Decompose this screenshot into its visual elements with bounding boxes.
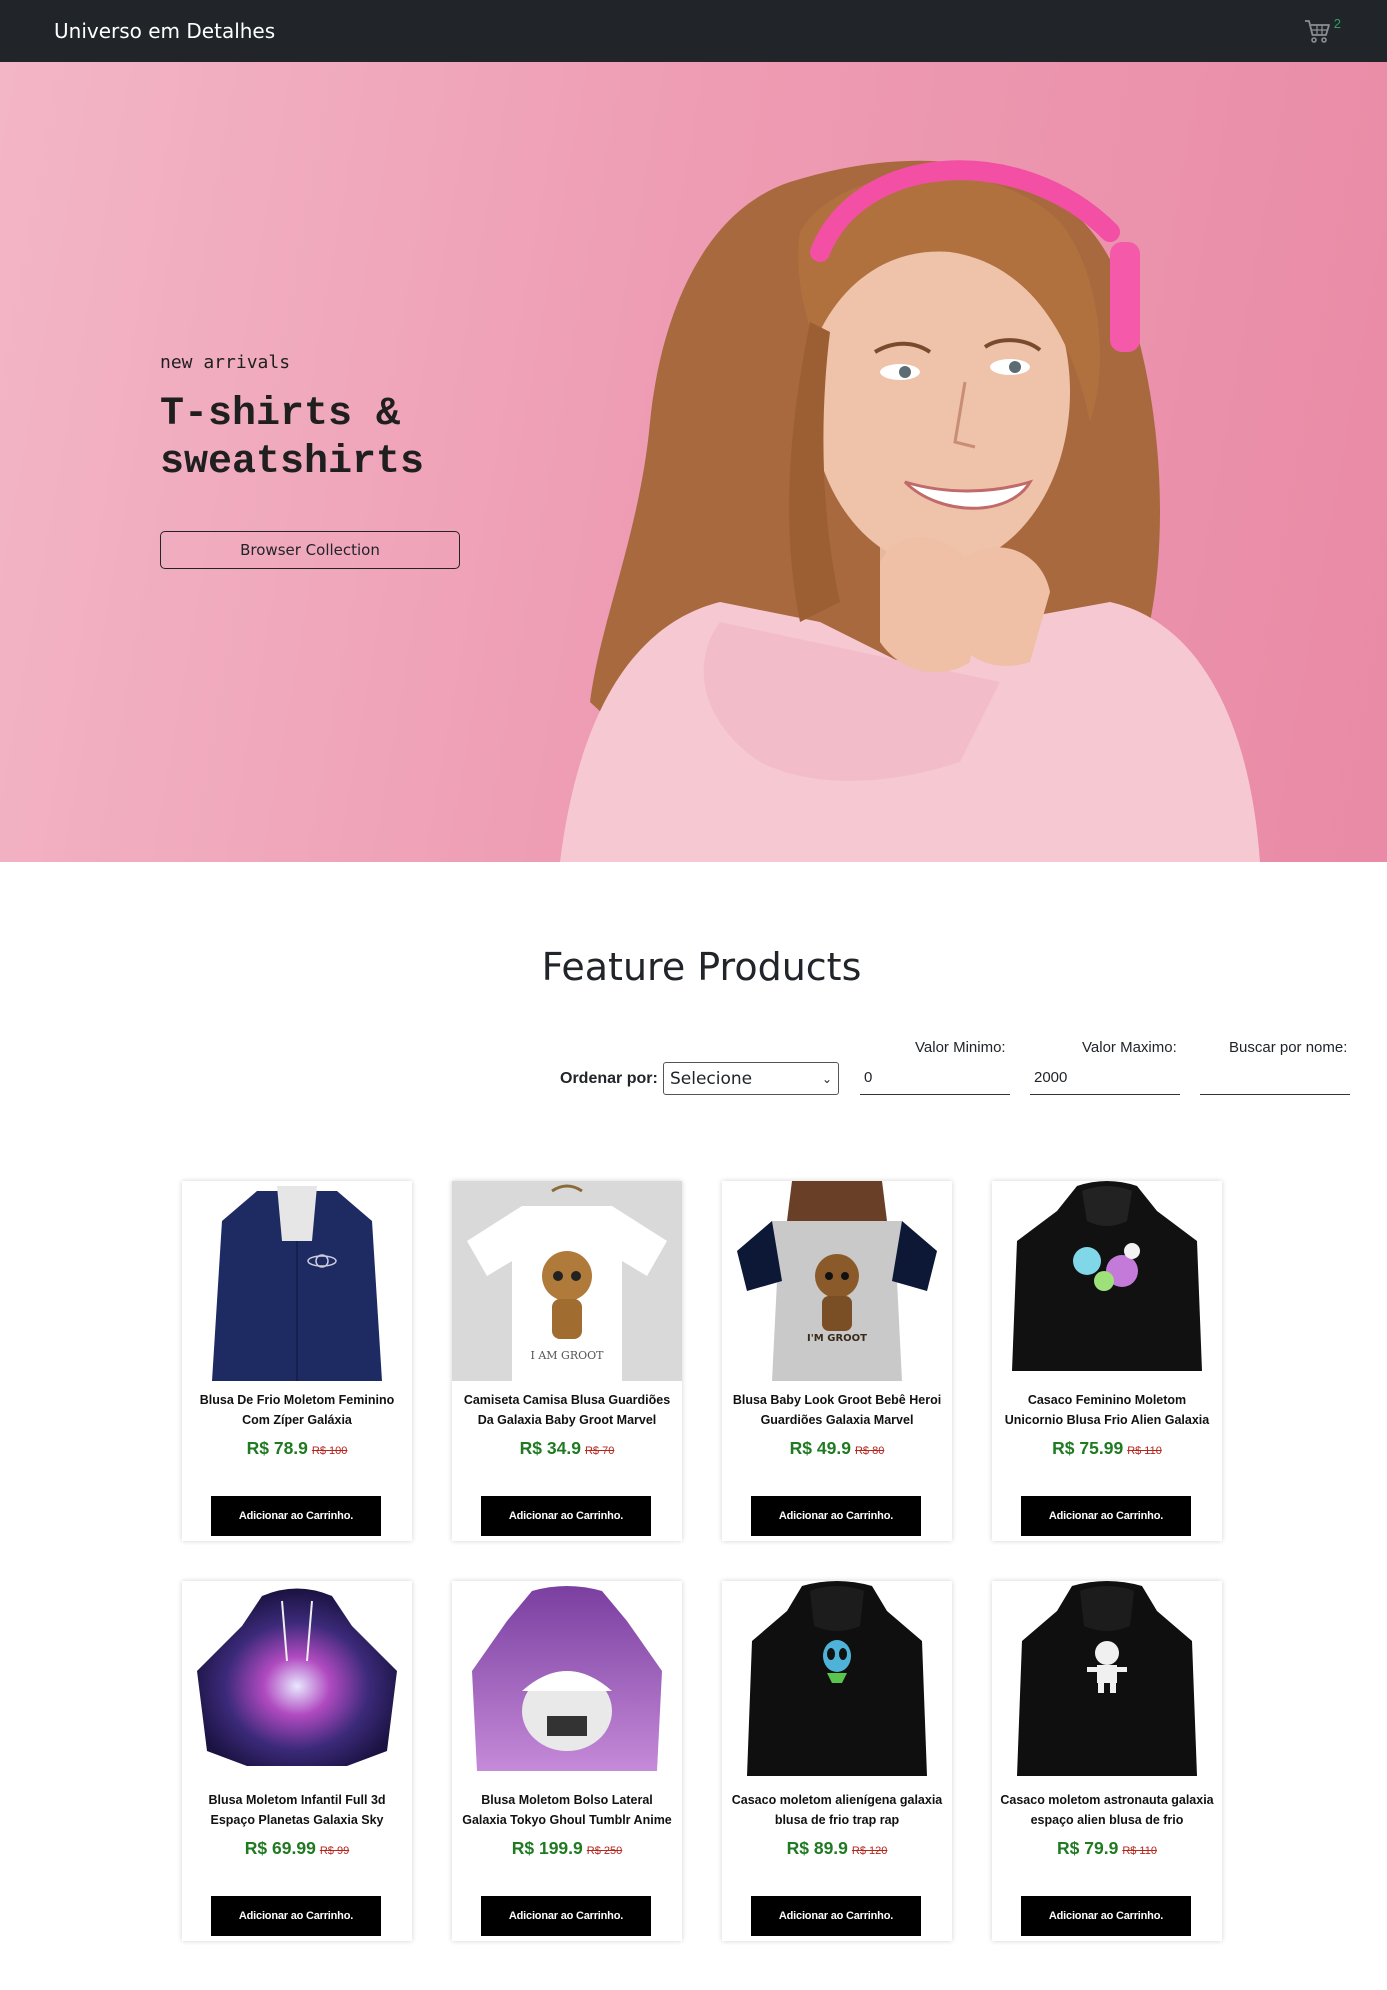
brand-logo[interactable]: Universo em Detalhes <box>54 19 275 43</box>
product-price-current: R$ 34.9 <box>519 1438 581 1458</box>
product-card: Blusa De Frio Moletom Feminino Com Zíper… <box>182 1181 412 1541</box>
add-to-cart-button[interactable]: Adicionar ao Carrinho. <box>751 1896 921 1936</box>
product-image-unicorn-hoodie <box>992 1181 1222 1381</box>
product-name: Casaco moletom astronauta galaxia espaço… <box>1000 1793 1214 1827</box>
product-image-tokyo-ghoul-hoodie <box>452 1581 682 1781</box>
svg-text:I'M GROOT: I'M GROOT <box>807 1333 867 1344</box>
max-value-label: Valor Maximo: <box>1082 1039 1177 1056</box>
product-price-current: R$ 78.9 <box>246 1438 308 1458</box>
product-image-galaxy-hoodie <box>182 1581 412 1781</box>
search-name-input[interactable] <box>1200 1069 1350 1095</box>
min-value-input[interactable]: 0 <box>860 1069 1010 1095</box>
browse-collection-button[interactable]: Browser Collection <box>160 531 460 569</box>
shopping-cart-icon <box>1304 20 1330 43</box>
product-price-old: R$ 70 <box>584 1445 615 1457</box>
product-name: Blusa De Frio Moletom Feminino Com Zíper… <box>199 1393 395 1427</box>
product-card: Blusa Moletom Bolso Lateral Galaxia Toky… <box>452 1581 682 1941</box>
navbar: Universo em Detalhes 2 <box>0 0 1387 62</box>
product-card: Blusa Moletom Infantil Full 3d Espaço Pl… <box>182 1581 412 1941</box>
product-card: Casaco Feminino Moletom Unicornio Blusa … <box>992 1181 1222 1541</box>
add-to-cart-button[interactable]: Adicionar ao Carrinho. <box>751 1496 921 1536</box>
add-to-cart-button[interactable]: Adicionar ao Carrinho. <box>211 1496 381 1536</box>
product-name: Camiseta Camisa Blusa Guardiões Da Galax… <box>463 1393 671 1427</box>
order-by-select[interactable]: Selecione ⌄ <box>663 1062 839 1095</box>
product-card: I AM GROOT Camiseta Camisa Blusa Guardiõ… <box>452 1181 682 1541</box>
feature-products-heading: Feature Products <box>541 945 862 989</box>
product-price-current: R$ 75.99 <box>1052 1438 1124 1458</box>
product-price-current: R$ 199.9 <box>511 1838 583 1858</box>
product-price-old: R$ 110 <box>1122 1845 1157 1857</box>
product-price-old: R$ 120 <box>851 1845 888 1857</box>
add-to-cart-button[interactable]: Adicionar ao Carrinho. <box>1021 1496 1191 1536</box>
product-price-current: R$ 69.99 <box>244 1838 316 1858</box>
product-price-old: R$ 250 <box>586 1845 623 1857</box>
search-name-label: Buscar por nome: <box>1229 1039 1348 1056</box>
min-value-label: Valor Minimo: <box>915 1039 1006 1056</box>
product-card: Casaco moletom astronauta galaxia espaço… <box>992 1581 1222 1941</box>
hero-title: T-shirts & sweatshirts <box>160 392 425 485</box>
cart-button[interactable]: 2 <box>1304 16 1341 44</box>
product-price-old: R$ 100 <box>311 1445 348 1457</box>
product-price: R$ 79.9 R$ 110 <box>992 1838 1222 1859</box>
order-by-selected: Selecione <box>670 1068 753 1089</box>
add-to-cart-button[interactable]: Adicionar ao Carrinho. <box>1021 1896 1191 1936</box>
product-price: R$ 49.9 R$ 80 <box>722 1438 952 1459</box>
order-by-label: Ordenar por: <box>560 1070 658 1087</box>
hero-banner: new arrivals T-shirts & sweatshirts Brow… <box>0 62 1387 862</box>
product-name: Blusa Moletom Bolso Lateral Galaxia Toky… <box>462 1793 672 1827</box>
add-to-cart-button[interactable]: Adicionar ao Carrinho. <box>481 1896 651 1936</box>
product-name: Blusa Baby Look Groot Bebê Heroi Guardiõ… <box>732 1393 942 1427</box>
product-card: I'M GROOT Blusa Baby Look Groot Bebê Her… <box>722 1181 952 1541</box>
product-image-groot-babylook: I'M GROOT <box>722 1181 952 1381</box>
add-to-cart-button[interactable]: Adicionar ao Carrinho. <box>481 1496 651 1536</box>
add-to-cart-button[interactable]: Adicionar ao Carrinho. <box>211 1896 381 1936</box>
product-name: Casaco Feminino Moletom Unicornio Blusa … <box>1004 1393 1210 1427</box>
product-image-zip-hoodie <box>182 1181 412 1381</box>
cart-count: 2 <box>1333 16 1341 31</box>
product-name: Casaco moletom alienígena galaxia blusa … <box>731 1793 943 1827</box>
product-card: Casaco moletom alienígena galaxia blusa … <box>722 1581 952 1941</box>
svg-text:I AM GROOT: I AM GROOT <box>531 1349 605 1362</box>
product-price-old: R$ 80 <box>854 1445 885 1457</box>
product-price-current: R$ 49.9 <box>789 1438 851 1458</box>
product-image-astronaut-hoodie <box>992 1581 1222 1781</box>
product-price: R$ 69.99 R$ 99 <box>182 1838 412 1859</box>
hero-text-block: new arrivals T-shirts & sweatshirts Brow… <box>160 352 500 569</box>
hero-subtitle: new arrivals <box>160 352 291 373</box>
product-price: R$ 78.9 R$ 100 <box>182 1438 412 1459</box>
product-price-old: R$ 99 <box>319 1845 350 1857</box>
filters-bar: Ordenar por: Selecione ⌄ Valor Minimo: 0… <box>0 1035 1387 1095</box>
product-image-groot-tshirt: I AM GROOT <box>452 1181 682 1381</box>
product-price: R$ 199.9 R$ 250 <box>452 1838 682 1859</box>
product-price: R$ 34.9 R$ 70 <box>452 1438 682 1459</box>
product-price: R$ 75.99 R$ 110 <box>992 1438 1222 1459</box>
chevron-down-icon: ⌄ <box>821 1071 832 1086</box>
product-image-alien-hoodie <box>722 1581 952 1781</box>
product-price-current: R$ 89.9 <box>786 1838 848 1858</box>
product-price-current: R$ 79.9 <box>1057 1838 1119 1858</box>
product-name: Blusa Moletom Infantil Full 3d Espaço Pl… <box>208 1793 386 1827</box>
product-price: R$ 89.9 R$ 120 <box>722 1838 952 1859</box>
product-price-old: R$ 110 <box>1127 1445 1162 1457</box>
max-value-input[interactable]: 2000 <box>1030 1069 1180 1095</box>
